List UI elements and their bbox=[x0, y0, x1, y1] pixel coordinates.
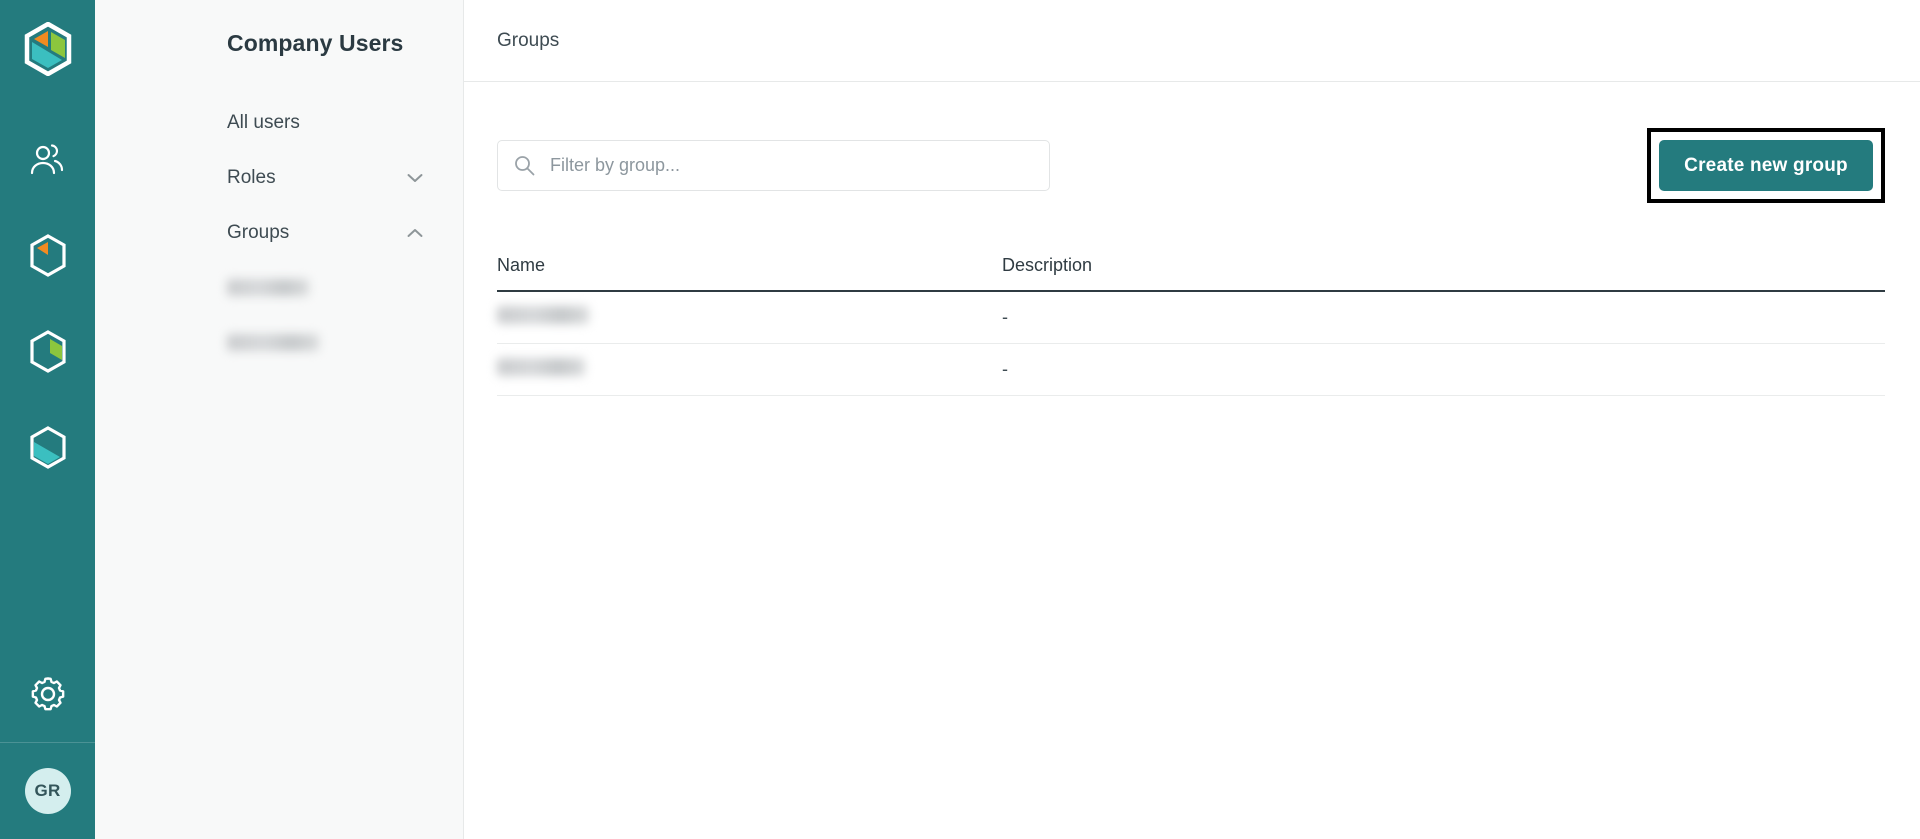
app-root: GR Company Users All users Roles Groups bbox=[0, 0, 1920, 839]
redacted-label bbox=[227, 279, 309, 296]
rail-items bbox=[0, 111, 95, 495]
sidebar-group-child[interactable] bbox=[227, 260, 463, 315]
rail-item-avatar[interactable]: GR bbox=[0, 743, 95, 839]
create-button-highlight: Create new group bbox=[1647, 128, 1885, 203]
sidebar-item-label: Roles bbox=[227, 166, 276, 188]
secondary-sidebar: Company Users All users Roles Groups bbox=[95, 0, 464, 839]
icon-rail: GR bbox=[0, 0, 95, 839]
users-icon bbox=[30, 144, 63, 175]
toolbar: Create new group bbox=[497, 128, 1885, 203]
table-row[interactable]: - bbox=[497, 344, 1885, 396]
table-header-row: Name Description bbox=[497, 255, 1885, 292]
hexagon-green-icon bbox=[29, 329, 66, 373]
search-input[interactable] bbox=[550, 155, 1033, 176]
search-box[interactable] bbox=[497, 140, 1050, 191]
column-header-description: Description bbox=[1002, 255, 1093, 275]
avatar: GR bbox=[24, 768, 71, 814]
sidebar-item-roles[interactable]: Roles bbox=[95, 150, 463, 205]
rail-item-green-hexagon[interactable] bbox=[0, 303, 95, 399]
sidebar-group-children bbox=[95, 260, 463, 370]
groups-table: Name Description - - bbox=[497, 255, 1885, 396]
redacted-label bbox=[227, 334, 319, 351]
cell-name bbox=[497, 306, 1002, 329]
rail-item-teal-hexagon[interactable] bbox=[0, 399, 95, 495]
content-body: Create new group Name Description - bbox=[464, 82, 1920, 839]
hexagon-teal-icon bbox=[29, 425, 66, 469]
table-row[interactable]: - bbox=[497, 292, 1885, 344]
content-header: Groups bbox=[464, 0, 1920, 82]
app-logo[interactable] bbox=[24, 21, 72, 81]
redacted-group-name bbox=[497, 358, 585, 376]
hexagon-logo-icon bbox=[24, 21, 71, 77]
content-title: Groups bbox=[497, 29, 560, 51]
sidebar-group-child[interactable] bbox=[227, 315, 463, 370]
column-header-name: Name bbox=[497, 255, 546, 275]
chevron-down-icon[interactable] bbox=[407, 173, 423, 183]
main-content: Groups Create new group Name bbox=[464, 0, 1920, 839]
cell-description: - bbox=[1002, 359, 1008, 379]
page-title: Company Users bbox=[227, 30, 404, 56]
cell-description: - bbox=[1002, 307, 1008, 327]
gear-icon bbox=[31, 677, 64, 711]
rail-item-orange-hexagon[interactable] bbox=[0, 207, 95, 303]
sidebar-item-all-users[interactable]: All users bbox=[95, 95, 463, 150]
sidebar-item-label: Groups bbox=[227, 221, 290, 243]
rail-bottom: GR bbox=[0, 646, 95, 839]
sidebar-item-label: All users bbox=[227, 111, 300, 133]
redacted-group-name bbox=[497, 306, 589, 324]
cell-name bbox=[497, 358, 1002, 381]
hexagon-orange-icon bbox=[29, 233, 66, 277]
rail-item-users[interactable] bbox=[0, 111, 95, 207]
search-icon bbox=[515, 156, 535, 176]
chevron-up-icon[interactable] bbox=[407, 228, 423, 238]
rail-item-settings[interactable] bbox=[0, 646, 95, 742]
sidebar-item-groups[interactable]: Groups bbox=[95, 205, 463, 260]
create-new-group-button[interactable]: Create new group bbox=[1659, 140, 1873, 191]
